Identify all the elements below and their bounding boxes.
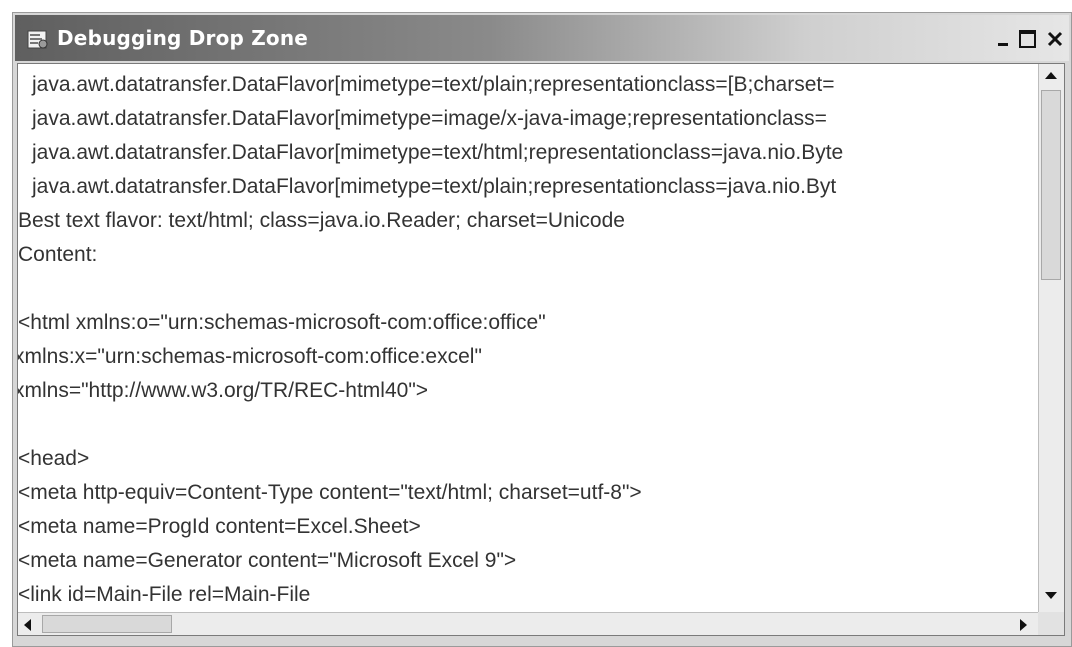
java-app-icon [27,30,48,49]
text-line: xmlns="http://www.w3.org/TR/REC-html40"> [18,379,429,402]
minimize-icon[interactable] [991,27,1015,51]
window-title: Debugging Drop Zone [57,26,309,50]
text-line: java.awt.datatransfer.DataFlavor[mimetyp… [32,107,827,130]
text-line: java.awt.datatransfer.DataFlavor[mimetyp… [32,141,844,164]
output-text-area[interactable]: java.awt.datatransfer.DataFlavor[mimetyp… [18,64,1038,612]
text-line: <html xmlns:o="urn:schemas-microsoft-com… [18,311,546,334]
debugging-drop-zone-window: Debugging Drop Zone java.awt.datatransfe… [12,12,1072,647]
content-pane: java.awt.datatransfer.DataFlavor[mimetyp… [17,63,1065,636]
title-bar[interactable]: Debugging Drop Zone [15,15,1069,61]
close-icon[interactable] [1043,27,1067,51]
text-line: java.awt.datatransfer.DataFlavor[mimetyp… [32,73,835,96]
text-line: <meta name=ProgId content=Excel.Sheet> [18,515,421,538]
horizontal-scroll-thumb[interactable] [42,615,172,633]
text-line: java.awt.datatransfer.DataFlavor[mimetyp… [32,175,837,198]
vertical-scrollbar[interactable] [1038,64,1064,612]
scroll-right-arrow-icon[interactable] [1020,619,1027,631]
text-line: Content: [18,243,98,266]
text-line: <meta name=Generator content="Microsoft … [18,549,517,572]
scrollbar-corner [1038,612,1064,635]
scroll-left-arrow-icon[interactable] [24,619,31,631]
text-line: <meta http-equiv=Content-Type content="t… [18,481,642,504]
text-line: <head> [18,447,90,470]
scroll-down-arrow-icon[interactable] [1045,592,1057,599]
vertical-scroll-thumb[interactable] [1041,90,1061,280]
text-line: Best text flavor: text/html; class=java.… [18,209,625,232]
text-line: <link id=Main-File rel=Main-File [18,583,311,606]
scroll-up-arrow-icon[interactable] [1045,72,1057,79]
horizontal-scrollbar[interactable] [18,612,1038,635]
maximize-icon[interactable] [1015,27,1039,51]
text-line: xmlns:x="urn:schemas-microsoft-com:offic… [18,345,482,368]
